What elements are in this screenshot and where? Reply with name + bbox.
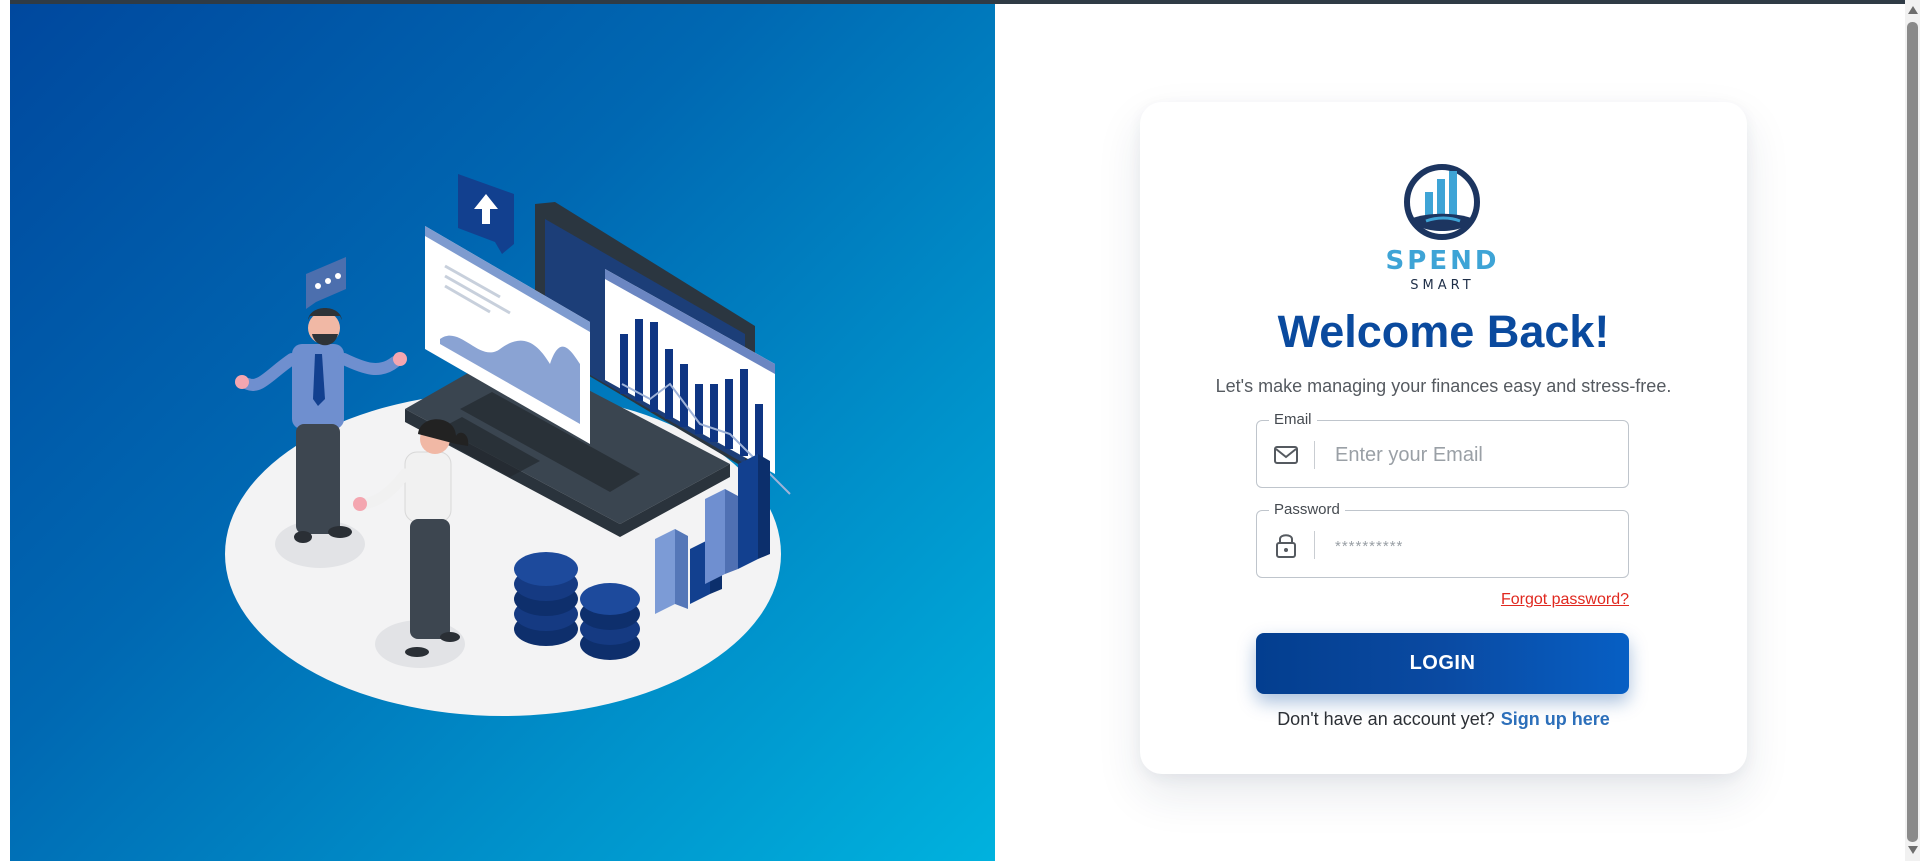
password-separator: [1314, 531, 1315, 559]
man-arm-left: [242, 353, 298, 391]
man-arm-right: [338, 353, 401, 375]
signup-prompt: Don't have an account yet? Sign up here: [1140, 709, 1747, 730]
spend-smart-logo-icon: [1404, 164, 1480, 240]
scroll-up-arrow-icon[interactable]: [1908, 6, 1918, 14]
email-input[interactable]: [1333, 431, 1617, 479]
left-margin: [0, 0, 10, 861]
brand-tagline: SMART: [1410, 278, 1475, 293]
password-field: Password: [1256, 501, 1629, 578]
hero-illustration-panel: [10, 4, 995, 861]
password-label: Password: [1269, 501, 1345, 519]
email-field: Email: [1256, 411, 1629, 488]
scroll-down-arrow-icon[interactable]: [1908, 846, 1918, 854]
finance-illustration: [225, 174, 791, 716]
signup-link[interactable]: Sign up here: [1501, 709, 1610, 729]
brand-name: SPEND: [1385, 246, 1500, 276]
lock-icon: [1276, 534, 1296, 558]
login-button[interactable]: LOGIN: [1256, 633, 1629, 694]
scrollbar-thumb[interactable]: [1907, 22, 1918, 842]
envelope-icon: [1274, 446, 1298, 464]
woman-sweater: [404, 451, 452, 523]
page-subtitle: Let's make managing your finances easy a…: [1215, 376, 1672, 396]
woman-pants: [410, 519, 450, 639]
email-separator: [1314, 441, 1315, 469]
man-pants: [296, 424, 340, 534]
forgot-password-link[interactable]: Forgot password?: [1400, 591, 1629, 609]
page-title: Welcome Back!: [1277, 306, 1610, 357]
no-account-text: Don't have an account yet?: [1277, 709, 1495, 729]
password-input[interactable]: [1333, 521, 1617, 569]
email-label: Email: [1269, 411, 1317, 429]
